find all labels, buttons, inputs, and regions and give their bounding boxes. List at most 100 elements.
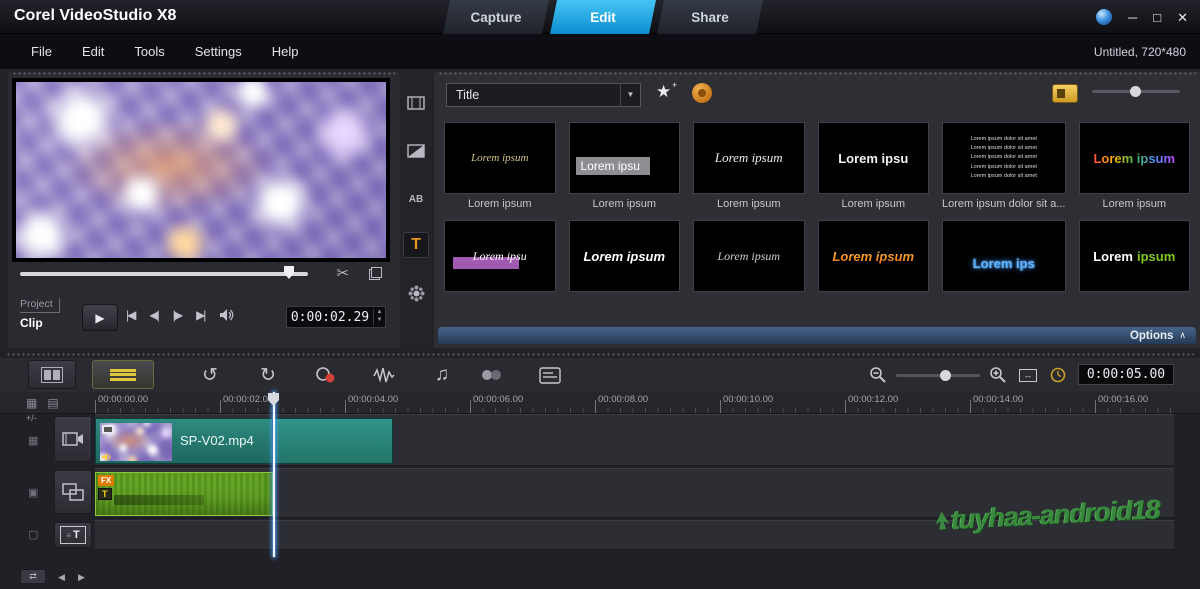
add-remove-track-button[interactable]: +/- bbox=[26, 413, 37, 423]
menu-file[interactable]: File bbox=[16, 34, 67, 70]
undo-icon[interactable]: ↺ bbox=[196, 361, 224, 389]
timeline-drag-handle[interactable] bbox=[6, 353, 1194, 356]
panel-drag-handle[interactable] bbox=[438, 72, 1196, 75]
subtitle-editor-icon[interactable] bbox=[536, 361, 564, 389]
end-icon[interactable]: ▶| bbox=[196, 308, 206, 322]
scroll-right-icon[interactable]: ▶ bbox=[78, 572, 85, 583]
gallery-filter-dropdown[interactable]: Title ▼ bbox=[446, 83, 641, 107]
title-template-7[interactable]: Lorem ipsu bbox=[444, 220, 556, 292]
title-template-10[interactable]: Lorem ipsum bbox=[817, 220, 929, 292]
fit-arrows: ↔ bbox=[1019, 368, 1037, 382]
template-preview-text: Lorem ipsum bbox=[471, 152, 529, 164]
spin-down-icon[interactable]: ▼ bbox=[377, 317, 383, 325]
title-template-9[interactable]: Lorem ipsum bbox=[693, 220, 805, 292]
overlay-track-rail-icon[interactable]: ▣ bbox=[28, 486, 38, 499]
timeline-ruler[interactable]: ▦ ▤ 00:00:00.00 00:00:02.00 00:00:04.00 … bbox=[0, 392, 1200, 414]
title-template-3[interactable]: Lorem ipsum Lorem ipsum bbox=[693, 122, 805, 212]
volume-icon[interactable] bbox=[219, 308, 235, 322]
ruler-label: 00:00:12.00 bbox=[848, 394, 899, 405]
timeline-zoom-slider[interactable] bbox=[896, 370, 980, 381]
enlarge-preview-icon[interactable] bbox=[369, 266, 382, 280]
record-capture-icon[interactable] bbox=[312, 361, 340, 389]
title-template-1[interactable]: Lorem ipsum Lorem ipsum bbox=[444, 122, 556, 212]
single-track-view-icon[interactable]: ▤ bbox=[47, 396, 58, 410]
tab-capture[interactable]: Capture bbox=[443, 0, 549, 34]
menu-settings[interactable]: Settings bbox=[180, 34, 257, 70]
ab-icon: AB bbox=[408, 193, 424, 205]
playhead-line[interactable] bbox=[273, 392, 275, 557]
all-tracks-view-icon[interactable]: ▦ bbox=[26, 396, 37, 410]
previous-frame-icon[interactable]: ◀| bbox=[149, 308, 159, 322]
library-panel-toggle-button[interactable] bbox=[1052, 84, 1078, 103]
film-reel-icon[interactable] bbox=[692, 83, 712, 103]
home-icon[interactable]: |◀ bbox=[126, 308, 136, 322]
subtitle-ab-button[interactable]: AB bbox=[403, 186, 429, 212]
zoom-in-icon[interactable] bbox=[984, 361, 1012, 389]
graphic-button[interactable] bbox=[403, 280, 429, 306]
fit-project-icon[interactable]: ↔ bbox=[1014, 361, 1042, 389]
mode-project-label[interactable]: Project bbox=[20, 298, 60, 313]
green-title-clip[interactable]: FX T bbox=[95, 472, 273, 516]
timecode-spinners[interactable]: ▲ ▼ bbox=[373, 309, 385, 325]
preview-panel: ✂ Project Clip ▶ |◀ ◀| |▶ ▶| 0:00:02.29 bbox=[8, 72, 400, 348]
media-library-button[interactable] bbox=[403, 90, 429, 116]
corel-connect-icon[interactable] bbox=[1096, 9, 1113, 25]
motion-tracking-icon[interactable] bbox=[478, 361, 506, 389]
timeline-timecode[interactable]: 0:00:05.00 bbox=[1078, 364, 1174, 385]
ruler-ticks[interactable]: 00:00:00.00 00:00:02.00 00:00:04.00 00:0… bbox=[95, 392, 1174, 413]
title-template-6[interactable]: Lorem ipsum Lorem ipsum bbox=[1078, 122, 1190, 212]
thumbnail-size-slider-thumb[interactable] bbox=[1130, 86, 1141, 97]
video-clip[interactable]: SP-V02.mp4 bbox=[95, 418, 393, 464]
close-button[interactable]: ✕ bbox=[1177, 11, 1188, 24]
menu-tools[interactable]: Tools bbox=[119, 34, 179, 70]
title-template-4[interactable]: Lorem ipsu Lorem ipsum bbox=[817, 122, 929, 212]
thumbnail-size-slider[interactable] bbox=[1092, 86, 1180, 97]
title-track-rail-icon[interactable]: ▢ bbox=[28, 528, 38, 541]
options-bar[interactable]: Options ∧ bbox=[438, 327, 1196, 344]
video-track-rail-icon[interactable]: ▦ bbox=[28, 434, 38, 447]
next-frame-icon[interactable]: |▶ bbox=[173, 308, 183, 322]
overlay-track-button[interactable] bbox=[54, 470, 92, 514]
auto-music-icon[interactable]: ♫ bbox=[428, 361, 456, 389]
scrub-thumb[interactable] bbox=[284, 266, 294, 279]
video-clip-segment-b[interactable] bbox=[273, 418, 393, 464]
title-template-12[interactable]: Lorem ipsum bbox=[1078, 220, 1190, 292]
spin-up-icon[interactable]: ▲ bbox=[377, 309, 383, 317]
tab-share[interactable]: Share bbox=[657, 0, 763, 34]
title-template-8[interactable]: Lorem ipsum bbox=[568, 220, 680, 292]
timeline-view-button[interactable] bbox=[92, 360, 154, 389]
title-track-button[interactable]: ≡ T bbox=[54, 522, 92, 548]
sound-mixer-icon[interactable] bbox=[370, 361, 398, 389]
video-clip-name: SP-V02.mp4 bbox=[180, 433, 254, 448]
title-button[interactable]: T bbox=[403, 232, 429, 258]
ruler-label: 00:00:16.00 bbox=[1098, 394, 1149, 405]
title-template-11[interactable]: Lorem ips bbox=[942, 220, 1066, 292]
clock-icon[interactable] bbox=[1044, 361, 1072, 389]
video-clip-segment-a[interactable]: SP-V02.mp4 bbox=[95, 418, 273, 464]
ruler-label: 00:00:10.00 bbox=[723, 394, 774, 405]
storyboard-view-button[interactable] bbox=[28, 360, 76, 389]
panel-drag-handle[interactable] bbox=[12, 72, 396, 75]
menu-edit[interactable]: Edit bbox=[67, 34, 119, 70]
timeline-zoom-slider-thumb[interactable] bbox=[940, 370, 951, 381]
transition-button[interactable] bbox=[403, 138, 429, 164]
title-template-2[interactable]: Lorem ipsu Lorem ipsum bbox=[568, 122, 680, 212]
scrub-bar[interactable] bbox=[20, 272, 308, 276]
title-template-5[interactable]: Lorem ipsum dolor sit amet Lorem ipsum d… bbox=[942, 122, 1066, 212]
video-track-lane[interactable]: SP-V02.mp4 bbox=[95, 414, 1174, 466]
scroll-left-icon[interactable]: ◀ bbox=[58, 572, 65, 583]
tab-edit[interactable]: Edit bbox=[550, 0, 656, 34]
library-header: Title ▼ ★ + bbox=[434, 80, 1200, 110]
maximize-button[interactable]: □ bbox=[1153, 11, 1161, 24]
menu-help[interactable]: Help bbox=[257, 34, 314, 70]
zoom-out-icon[interactable] bbox=[864, 361, 892, 389]
play-button[interactable]: ▶ bbox=[82, 304, 118, 331]
redo-icon[interactable]: ↻ bbox=[254, 361, 282, 389]
split-clip-icon[interactable]: ✂ bbox=[336, 264, 349, 282]
minimize-button[interactable]: ─ bbox=[1128, 11, 1137, 24]
pan-timeline-button[interactable]: ⇄ bbox=[20, 569, 46, 584]
video-track-button[interactable] bbox=[54, 416, 92, 462]
mode-clip-label[interactable]: Clip bbox=[20, 316, 60, 330]
preview-timecode[interactable]: 0:00:02.29 ▲ ▼ bbox=[286, 306, 386, 328]
add-to-favorites-icon[interactable]: ★ bbox=[656, 82, 671, 102]
